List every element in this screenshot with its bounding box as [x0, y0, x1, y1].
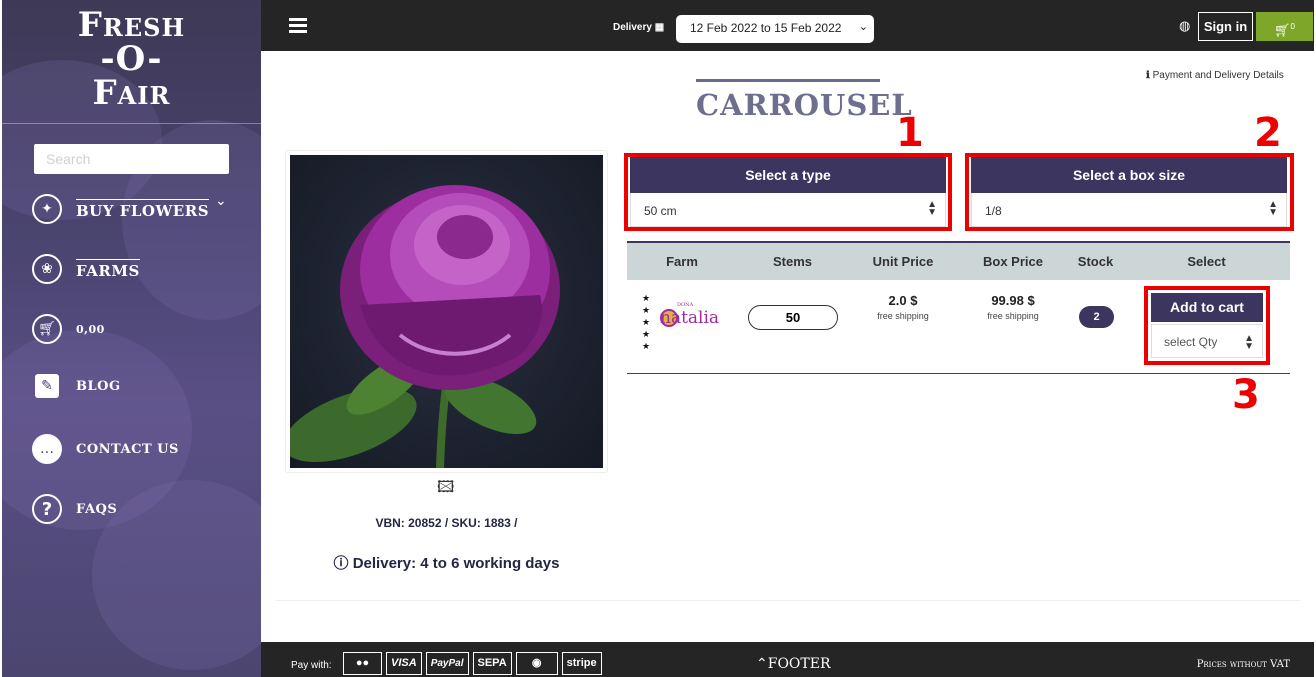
product-image — [290, 155, 603, 468]
vbn-sku: VBN: 20852 / SKU: 1883 / — [375, 516, 518, 530]
farm-rating: ★ ★ ★ ★ ★ — [642, 294, 651, 352]
sidebar-item-contact[interactable]: … CONTACT US — [32, 434, 179, 464]
mastercard-icon: ●● — [343, 652, 382, 675]
unit-price: 2.0 $ free shipping — [848, 293, 958, 321]
annotation-number-3: 3 — [1232, 372, 1260, 418]
header-select: Select — [1187, 254, 1226, 269]
brand-line-2: -O- — [100, 39, 163, 79]
sidebar-item-farms[interactable]: ❀ FARMS — [32, 254, 140, 284]
gallery-icon[interactable]: 🖾 — [437, 476, 454, 503]
sign-in-button[interactable]: Sign in — [1198, 12, 1253, 41]
cart-icon: 🛒︎ — [32, 314, 62, 344]
header-stems: Stems — [772, 254, 813, 269]
sidebar-item-cart[interactable]: 🛒︎ 0,00 — [32, 314, 105, 344]
sidebar-item-buy-flowers[interactable]: ✦ BUY FLOWERS — [32, 194, 210, 224]
brand-line-3: Fair — [92, 73, 171, 113]
sidebar-item-label: BUY FLOWERS — [76, 198, 210, 220]
footer-bar: Pay with: ●● VISA PayPal SEPA ◉ stripe ⌃… — [261, 642, 1314, 677]
info-icon: ⓘ — [333, 555, 349, 572]
delivery-date-value: 12 Feb 2022 to 15 Feb 2022 — [690, 21, 842, 35]
globe-icon[interactable]: ◍ — [1179, 19, 1190, 34]
info-icon: ℹ — [1146, 70, 1150, 81]
farm-prefix: DOÑA — [677, 302, 694, 308]
sidebar-divider — [2, 123, 261, 124]
title-rule — [696, 79, 880, 82]
footer-title: FOOTER — [767, 656, 831, 672]
wechat-icon: ◉ — [515, 652, 558, 675]
payment-delivery-link-text: Payment and Delivery Details — [1152, 70, 1284, 81]
header-stock: Stock — [1077, 254, 1114, 269]
annotation-number-2: 2 — [1254, 110, 1282, 156]
sidebar-item-label: FARMS — [76, 258, 140, 280]
annotation-box-1 — [624, 153, 952, 231]
double-chevron-up-icon: ⌃ — [756, 656, 768, 672]
rose-icon: ❀ — [32, 254, 62, 284]
sidebar-item-blog[interactable]: ✎ BLOG — [32, 374, 121, 398]
sidebar: Fresh -O- Fair ✦ BUY FLOWERS ⌄ ❀ FARMS 🛒… — [2, 0, 261, 677]
delivery-date-select[interactable]: 12 Feb 2022 to 15 Feb 2022 ⌄ — [676, 15, 874, 43]
cart-button[interactable]: 🛒︎0 — [1256, 12, 1313, 41]
farm-logo[interactable]: DOÑA natalia — [660, 302, 720, 328]
content-divider — [276, 600, 1300, 601]
stripe-logo: stripe — [561, 652, 602, 675]
rose-illustration — [290, 185, 560, 468]
app: Fresh -O- Fair ✦ BUY FLOWERS ⌄ ❀ FARMS 🛒… — [0, 0, 1316, 677]
stems-count: 50 — [748, 305, 838, 330]
flower-swirl-icon: ✦ — [32, 194, 62, 224]
pay-with-label: Pay with: — [291, 660, 332, 671]
sidebar-item-label: BLOG — [76, 378, 121, 394]
table-row-divider — [627, 373, 1290, 374]
product-image-frame[interactable] — [285, 150, 608, 473]
stock-badge: 2 — [1079, 306, 1114, 328]
cart-count: 0 — [1290, 22, 1295, 31]
delivery-label: Delivery ▦ — [613, 22, 664, 33]
sidebar-item-faqs[interactable]: ? FAQS — [32, 494, 117, 524]
payment-logos: ●● VISA PayPal SEPA ◉ stripe — [343, 652, 602, 675]
pencil-icon: ✎ — [35, 374, 59, 398]
annotation-box-2 — [965, 153, 1294, 231]
top-bar: Delivery ▦ 12 Feb 2022 to 15 Feb 2022 ⌄ … — [261, 0, 1314, 51]
payment-delivery-link[interactable]: ℹ Payment and Delivery Details — [1146, 70, 1284, 81]
prices-vat-note: Prices without VAT — [1196, 659, 1290, 670]
box-price-note: free shipping — [987, 311, 1039, 321]
header-unit-price: Unit Price — [872, 254, 934, 269]
header-farm: Farm — [666, 254, 698, 269]
sepa-logo: SEPA — [472, 652, 512, 675]
sidebar-item-label: CONTACT US — [76, 441, 179, 457]
farm-name: natalia — [660, 308, 720, 328]
unit-price-note: free shipping — [877, 311, 929, 321]
sidebar-item-label: 0,00 — [76, 322, 105, 336]
brand-line-1: Fresh — [77, 5, 186, 45]
chevron-down-icon[interactable]: ⌄ — [215, 193, 227, 209]
annotation-number-1: 1 — [896, 110, 924, 156]
delivery-time: ⓘ Delivery: 4 to 6 working days — [290, 552, 603, 573]
delivery-time-text: Delivery: 4 to 6 working days — [352, 555, 560, 572]
cart-icon: 🛒︎ — [1274, 22, 1291, 38]
question-icon: ? — [32, 494, 62, 524]
annotation-box-3 — [1144, 286, 1270, 365]
brand-logo[interactable]: Fresh -O- Fair — [2, 8, 261, 110]
paypal-logo: PayPal — [425, 652, 469, 675]
box-price: 99.98 $ free shipping — [958, 293, 1068, 321]
footer-toggle[interactable]: ⌃FOOTER — [756, 656, 831, 672]
offers-table-header: Farm Stems Unit Price Box Price Stock Se… — [627, 241, 1290, 280]
unit-price-value: 2.0 $ — [888, 293, 918, 308]
delivery-label-text: Delivery — [613, 22, 652, 33]
chat-icon: … — [32, 434, 62, 464]
hamburger-menu-icon[interactable] — [289, 18, 307, 34]
product-title: CARROUSEL — [696, 88, 913, 122]
calendar-icon: ▦ — [654, 22, 665, 33]
box-price-value: 99.98 $ — [991, 293, 1035, 308]
header-box-price: Box Price — [983, 254, 1043, 269]
chevron-down-icon: ⌄ — [858, 21, 868, 33]
search-input[interactable] — [34, 144, 229, 174]
visa-logo: VISA — [386, 652, 422, 675]
sidebar-item-label: FAQS — [76, 501, 118, 517]
